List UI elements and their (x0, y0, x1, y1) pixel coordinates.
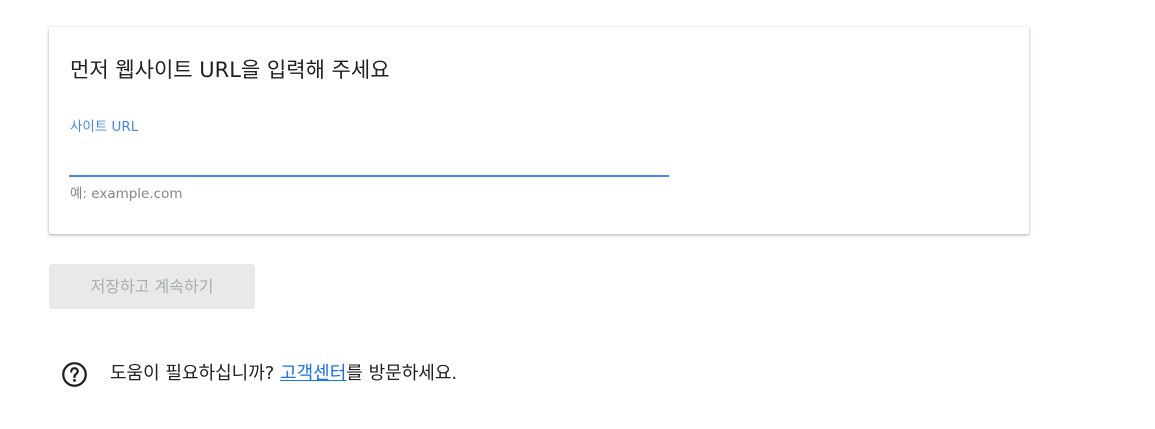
help-circle-icon (61, 361, 88, 388)
help-center-link[interactable]: 고객센터 (280, 363, 346, 384)
url-entry-card: 먼저 웹사이트 URL을 입력해 주세요 사이트 URL 예: example.… (49, 27, 1029, 234)
card-title: 먼저 웹사이트 URL을 입력해 주세요 (70, 58, 390, 82)
save-and-continue-button[interactable]: 저장하고 계속하기 (49, 264, 255, 309)
help-text: 도움이 필요하십니까? 고객센터를 방문하세요. (110, 360, 457, 388)
help-row: 도움이 필요하십니까? 고객센터를 방문하세요. (61, 360, 457, 388)
site-url-label: 사이트 URL (70, 119, 139, 135)
help-text-suffix: 를 방문하세요. (346, 363, 458, 384)
site-url-hint: 예: example.com (70, 186, 183, 202)
site-url-input[interactable] (69, 147, 669, 177)
help-text-prefix: 도움이 필요하십니까? (110, 363, 281, 384)
